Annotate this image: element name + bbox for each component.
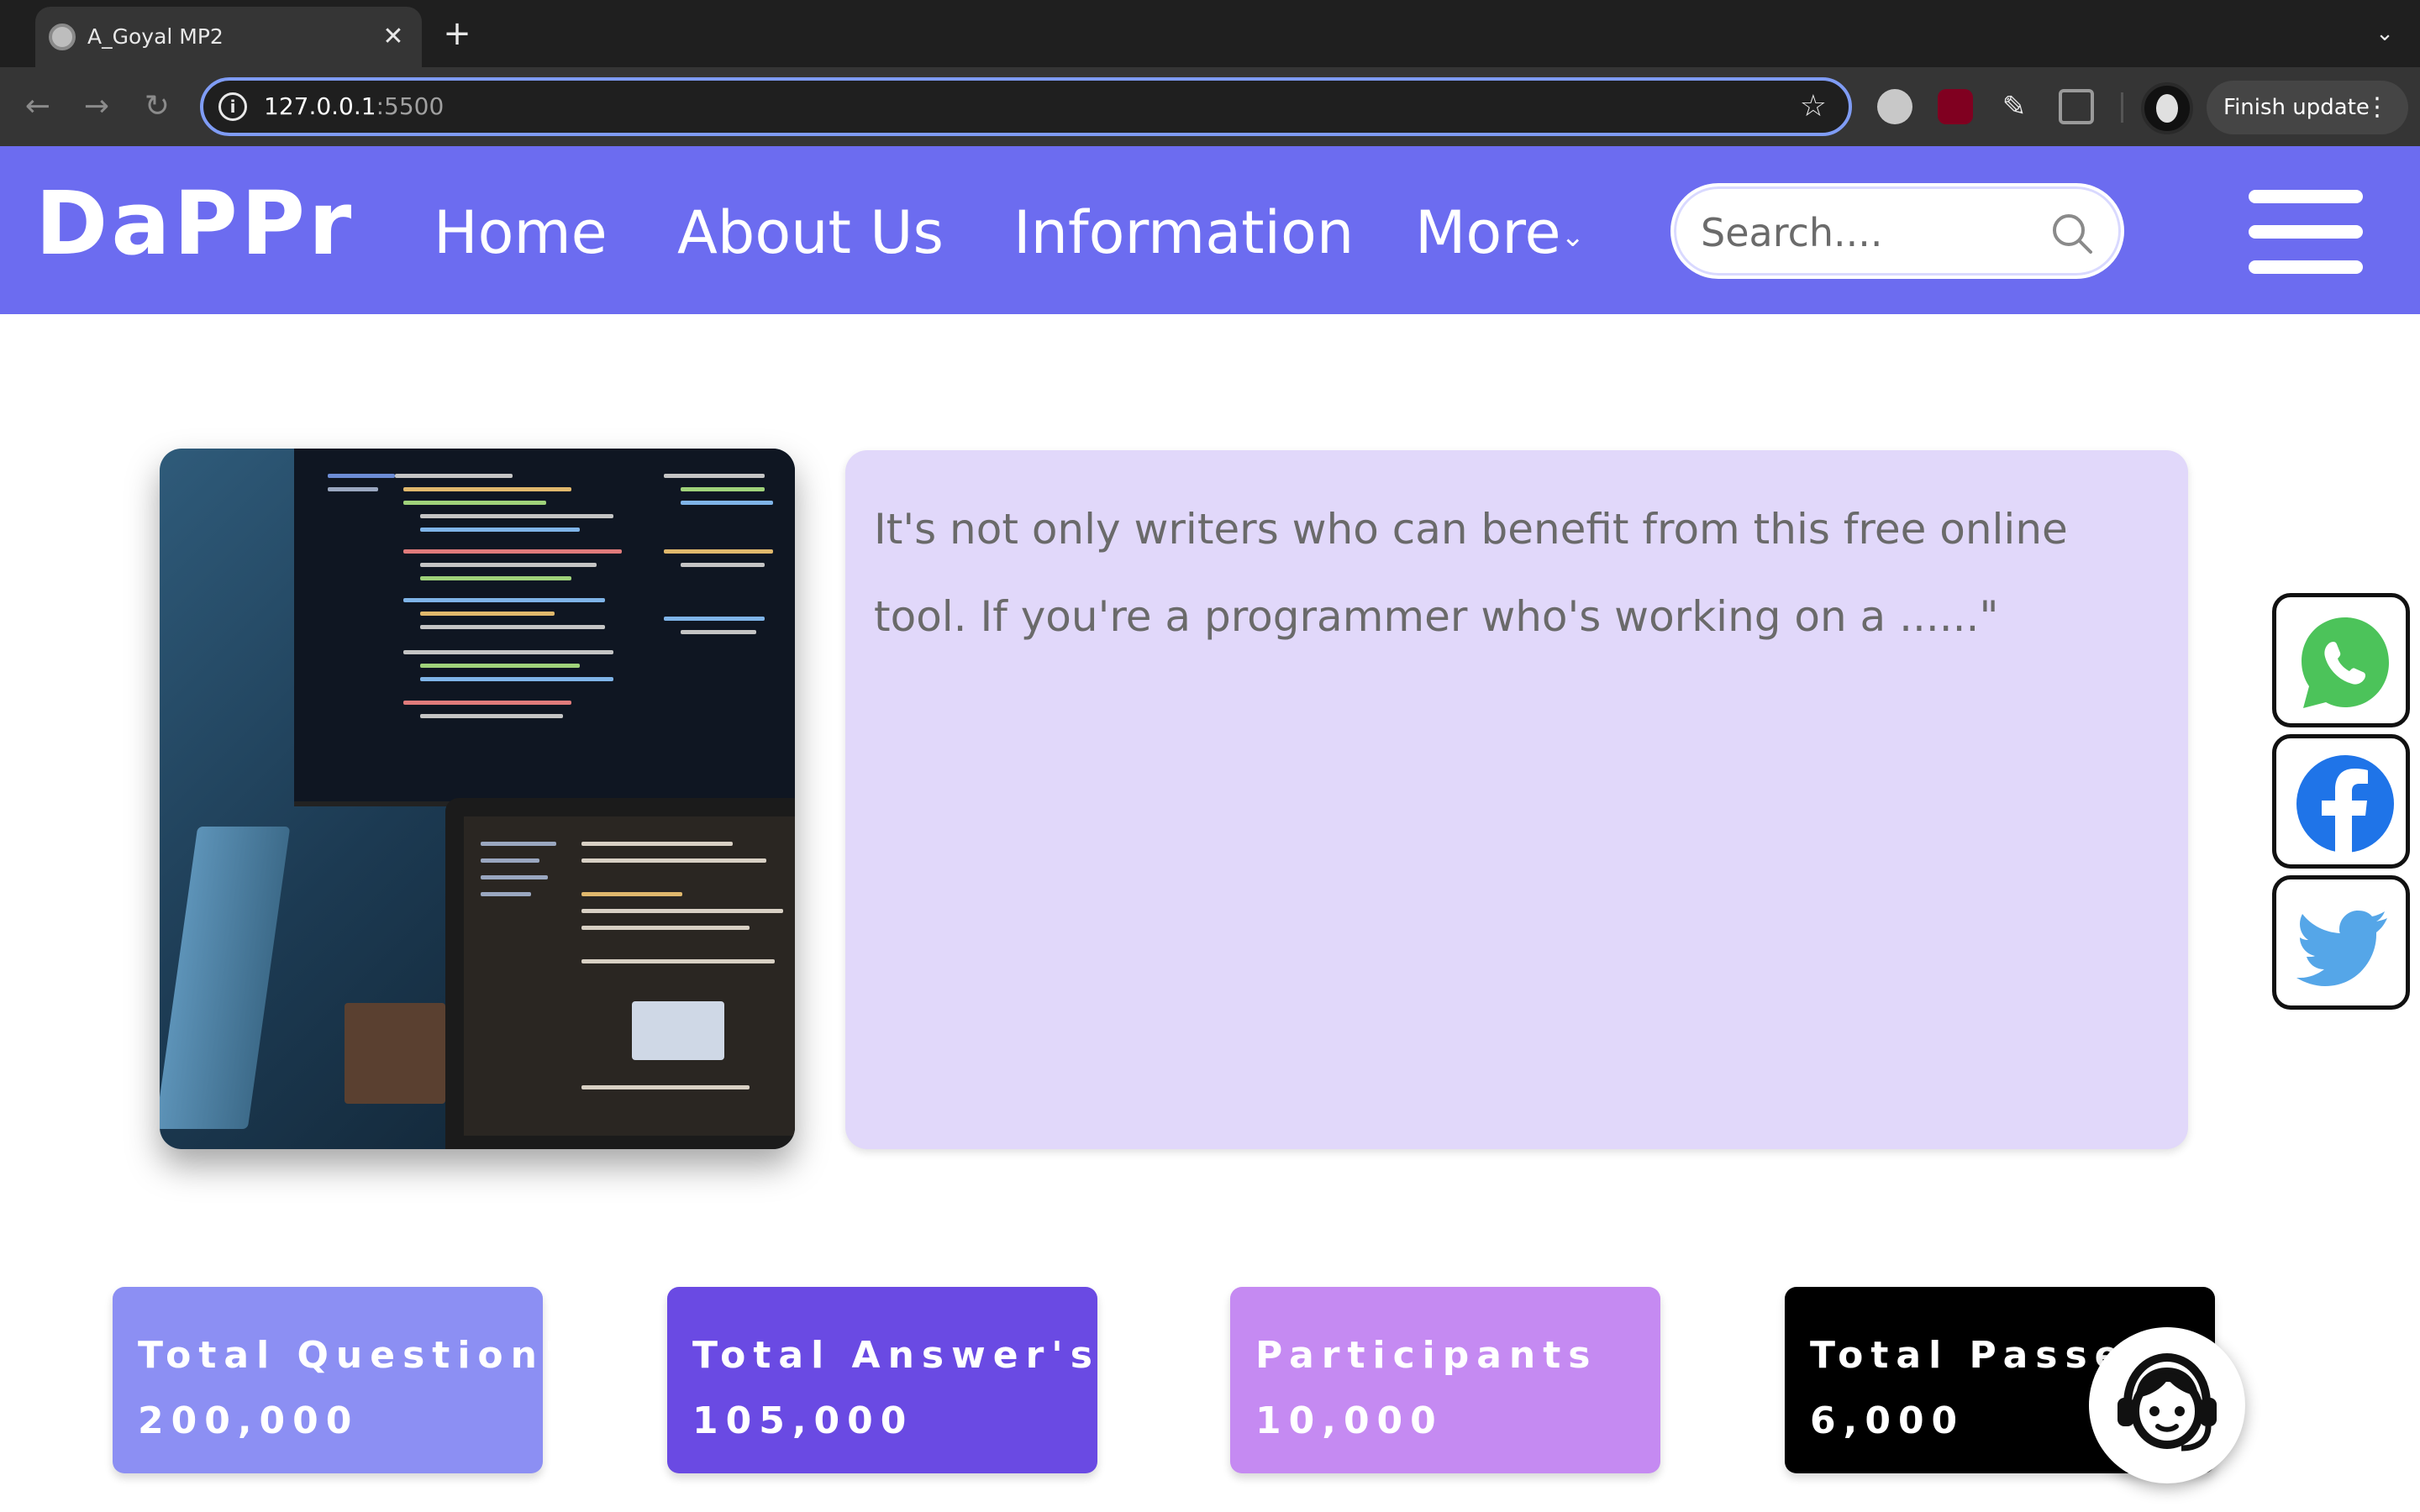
twitter-icon [2296, 911, 2387, 986]
stool-illustration [345, 1003, 445, 1104]
finish-update-button[interactable]: Finish update ⋮ [2207, 81, 2408, 134]
facebook-button[interactable] [2272, 734, 2410, 869]
extensions-puzzle-icon[interactable] [2059, 89, 2094, 124]
support-agent-icon [2118, 1352, 2217, 1452]
url-host: 127.0.0.1 [264, 92, 376, 120]
menu-dots-icon: ⋮ [2365, 92, 2390, 122]
chevron-down-icon: ⌄ [1560, 219, 1586, 254]
new-tab-button[interactable]: + [439, 15, 476, 52]
support-chat-button[interactable] [2089, 1327, 2245, 1483]
url-text[interactable]: 127.0.0.1:5500 [264, 91, 444, 123]
finish-update-label: Finish update [2223, 95, 2370, 120]
hamburger-menu-icon[interactable] [2249, 190, 2363, 274]
reload-icon[interactable]: ↻ [136, 86, 178, 128]
search-icon[interactable] [2049, 210, 2096, 257]
stat-value: 10,000 [1255, 1399, 1444, 1442]
bookmark-star-icon[interactable]: ☆ [1800, 87, 1827, 126]
facebook-icon [2296, 755, 2394, 856]
site-header: DaPPr Home About Us Information More⌄ [0, 146, 2420, 314]
browser-toolbar: ← → ↻ i 127.0.0.1:5500 ☆ ✎ Finish update… [0, 67, 2420, 146]
quote-card: It's not only writers who can benefit fr… [845, 450, 2188, 1149]
whatsapp-icon [2302, 617, 2389, 708]
browser-tab[interactable]: A_Goyal MP2 ✕ [35, 7, 422, 67]
globe-icon [49, 24, 76, 50]
close-tab-icon[interactable]: ✕ [376, 20, 410, 54]
site-logo[interactable]: DaPPr [35, 173, 355, 274]
stat-card-participants: Participants 10,000 [1230, 1287, 1660, 1473]
stat-card-questions: Total Question's 200,000 [113, 1287, 586, 1473]
forward-icon[interactable]: → [76, 86, 118, 128]
tab-title: A_Goyal MP2 [87, 24, 224, 49]
quote-text: It's not only writers who can benefit fr… [874, 505, 2068, 641]
stat-label: Participants [1255, 1334, 1598, 1377]
laptop-illustration [445, 798, 795, 1149]
tab-search-chevron-icon[interactable]: ⌄ [2365, 15, 2405, 52]
nav-more[interactable]: More⌄ [1415, 195, 1585, 275]
extension-glasses-icon[interactable] [1877, 89, 1912, 124]
nav-more-label: More [1415, 198, 1561, 267]
monitor-illustration [294, 449, 795, 806]
ublock-icon[interactable] [1938, 89, 1973, 124]
stat-value: 200,000 [138, 1399, 360, 1442]
stat-label: Total Question's [138, 1334, 593, 1377]
profile-avatar[interactable] [2141, 82, 2193, 134]
whatsapp-button[interactable] [2272, 593, 2410, 727]
toolbar-divider [2121, 92, 2123, 123]
twitter-button[interactable] [2272, 875, 2410, 1010]
search-input[interactable] [1701, 205, 2037, 260]
stat-label: Total Answer's [692, 1334, 1100, 1377]
stat-value: 6,000 [1810, 1399, 1965, 1442]
stat-card-answers: Total Answer's 105,000 [667, 1287, 1097, 1473]
book-illustration [160, 827, 291, 1129]
browser-tab-bar: A_Goyal MP2 ✕ + ⌄ [0, 0, 2420, 67]
stat-value: 105,000 [692, 1399, 914, 1442]
hero-image [160, 449, 795, 1149]
back-icon[interactable]: ← [17, 86, 59, 128]
search-box[interactable] [1670, 183, 2124, 279]
nav-home[interactable]: Home [434, 195, 608, 270]
nav-about-us[interactable]: About Us [677, 195, 944, 270]
url-port: :5500 [376, 92, 445, 120]
eyedropper-icon[interactable]: ✎ [1996, 89, 2032, 124]
nav-information[interactable]: Information [1013, 195, 1354, 270]
site-info-icon[interactable]: i [218, 92, 247, 121]
address-bar[interactable]: i 127.0.0.1:5500 ☆ [200, 77, 1852, 136]
